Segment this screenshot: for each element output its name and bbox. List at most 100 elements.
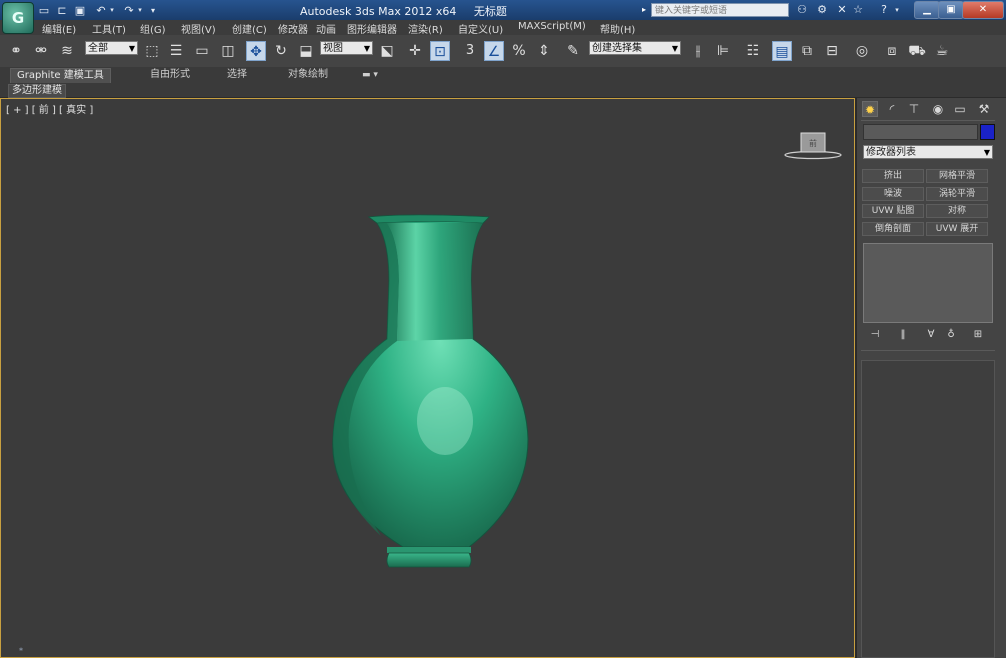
undo-icon[interactable]: ↶: [94, 3, 108, 17]
select-by-name-icon[interactable]: ☰: [166, 41, 186, 61]
save-file-icon[interactable]: ▣: [74, 3, 86, 17]
window-crossing-icon[interactable]: ◫: [218, 41, 238, 61]
menu-group[interactable]: 组(G): [140, 21, 166, 36]
viewcube[interactable]: 前: [783, 131, 843, 163]
restore-button[interactable]: ▣: [938, 1, 964, 19]
bind-to-space-warp-icon[interactable]: ≋: [57, 41, 77, 61]
menu-maxscript[interactable]: MAXScript(M): [518, 21, 586, 32]
align-icon[interactable]: ⊫: [713, 41, 733, 61]
use-pivot-center-icon[interactable]: ⬕: [377, 41, 397, 61]
chevron-down-icon: ▼: [671, 44, 678, 53]
modifier-button-extrude[interactable]: 挤出: [862, 169, 924, 183]
viewcube-ring[interactable]: [784, 150, 842, 160]
redo-icon[interactable]: ↷: [122, 3, 136, 17]
viewport-label[interactable]: [ + ] [ 前 ] [ 真实 ]: [6, 101, 93, 116]
angle-snap-icon[interactable]: ∠: [484, 41, 504, 61]
menu-rendering[interactable]: 渲染(R): [408, 21, 443, 36]
modify-tab-icon[interactable]: ◜: [884, 101, 900, 117]
menu-edit[interactable]: 编辑(E): [42, 21, 76, 36]
close-button[interactable]: ✕: [962, 1, 1004, 19]
favorites-icon[interactable]: ☆: [850, 3, 866, 17]
select-object-icon[interactable]: ⬚: [142, 41, 162, 61]
tab-object-paint[interactable]: 对象绘制: [288, 68, 328, 82]
selection-filter-dropdown[interactable]: 全部 ▼: [85, 41, 138, 55]
pin-stack-icon[interactable]: ⊣: [867, 328, 883, 342]
tab-graphite-modeling[interactable]: Graphite 建模工具: [10, 68, 111, 84]
mirror-icon[interactable]: ⫲: [688, 41, 708, 61]
undo-dropdown-icon[interactable]: ▾: [108, 3, 116, 17]
select-and-manipulate-icon[interactable]: ✛: [405, 41, 425, 61]
material-editor-icon[interactable]: ◎: [852, 41, 872, 61]
modifier-button-symmetry[interactable]: 对称: [926, 204, 988, 218]
object-color-swatch[interactable]: [980, 124, 995, 140]
snaps-toggle-icon[interactable]: 3: [460, 41, 480, 61]
rectangular-selection-icon[interactable]: ▭: [192, 41, 212, 61]
select-and-link-icon[interactable]: ⚭: [6, 41, 26, 61]
rendered-frame-window-icon[interactable]: ⛟: [907, 41, 927, 61]
display-tab-icon[interactable]: ▭: [952, 101, 968, 117]
menu-help[interactable]: 帮助(H): [600, 21, 635, 36]
menu-animation[interactable]: 动画: [316, 21, 336, 36]
customize-quick-access-icon[interactable]: ▾: [148, 3, 158, 17]
modifier-button-meshsmooth[interactable]: 网格平滑: [926, 169, 988, 183]
communication-center-icon[interactable]: ⚙: [814, 3, 830, 17]
help-dropdown-icon[interactable]: ▾: [892, 3, 902, 17]
new-file-icon[interactable]: ▭: [38, 3, 50, 17]
select-and-rotate-icon[interactable]: ↻: [271, 41, 291, 61]
redo-dropdown-icon[interactable]: ▾: [136, 3, 144, 17]
signin-icon[interactable]: ✕: [834, 3, 850, 17]
object-name-field[interactable]: [863, 124, 978, 140]
tab-freeform[interactable]: 自由形式: [150, 68, 190, 82]
graphite-toggle-icon[interactable]: ▤: [772, 41, 792, 61]
tab-selection[interactable]: 选择: [227, 68, 247, 82]
ribbon-options-icon[interactable]: ▬ ▾: [362, 68, 378, 82]
select-and-scale-icon[interactable]: ⬓: [296, 41, 316, 61]
named-selection-sets-dropdown[interactable]: 创建选择集 ▼: [589, 41, 681, 55]
make-unique-icon[interactable]: ∀: [923, 328, 939, 342]
percent-snap-icon[interactable]: %: [509, 41, 529, 61]
search-expand-icon[interactable]: ▸: [642, 5, 646, 14]
render-production-icon[interactable]: ☕: [932, 41, 952, 61]
vase-base[interactable]: [386, 547, 472, 568]
create-tab-icon[interactable]: ✹: [862, 101, 878, 117]
render-setup-icon[interactable]: ⧈: [882, 41, 902, 61]
open-file-icon[interactable]: ⊏: [56, 3, 68, 17]
tab-polygon-modeling[interactable]: 多边形建模: [8, 84, 66, 98]
utilities-tab-icon[interactable]: ⚒: [976, 101, 992, 117]
edit-named-selection-icon[interactable]: ✎: [563, 41, 583, 61]
schematic-view-icon[interactable]: ⊟: [822, 41, 842, 61]
search-input[interactable]: 键入关键字或短语: [651, 3, 789, 17]
modifier-button-bevel-profile[interactable]: 倒角剖面: [862, 222, 924, 236]
menu-modifiers[interactable]: 修改器: [278, 21, 308, 36]
modifier-button-noise[interactable]: 噪波: [862, 187, 924, 201]
configure-modifier-sets-icon[interactable]: ⊞: [970, 328, 986, 342]
remove-modifier-icon[interactable]: ♁: [943, 328, 959, 342]
spinner-snap-icon[interactable]: ⇕: [534, 41, 554, 61]
select-and-move-icon[interactable]: ✥: [246, 41, 266, 61]
modifier-button-uvw-map[interactable]: UVW 贴图: [862, 204, 924, 218]
menu-views[interactable]: 视图(V): [181, 21, 216, 36]
hierarchy-tab-icon[interactable]: ⊤: [906, 101, 922, 117]
menu-graph-editors[interactable]: 图形编辑器: [347, 21, 397, 36]
vase-object[interactable]: [321, 211, 541, 577]
show-end-result-icon[interactable]: ‖: [895, 328, 911, 342]
unlink-selection-icon[interactable]: ⚮: [31, 41, 51, 61]
app-menu-button[interactable]: G: [2, 2, 34, 34]
layer-manager-icon[interactable]: ☷: [743, 41, 763, 61]
binoculars-icon[interactable]: ⚇: [794, 3, 810, 17]
curve-editor-icon[interactable]: ⧉: [797, 41, 817, 61]
modifier-list-dropdown[interactable]: 修改器列表 ▼: [863, 145, 993, 159]
front-viewport[interactable]: [ + ] [ 前 ] [ 真实 ] 前 ⁎: [0, 98, 855, 658]
menu-create[interactable]: 创建(C): [232, 21, 267, 36]
keyboard-shortcut-override-icon[interactable]: ⊡: [430, 41, 450, 61]
modifier-button-turbosmooth[interactable]: 涡轮平滑: [926, 187, 988, 201]
help-icon[interactable]: ?: [876, 3, 892, 17]
menu-customize[interactable]: 自定义(U): [458, 21, 503, 36]
modifier-stack-list[interactable]: [863, 243, 993, 323]
vase-body[interactable]: [332, 214, 529, 548]
reference-coordinate-dropdown[interactable]: 视图 ▼: [320, 41, 373, 55]
motion-tab-icon[interactable]: ◉: [930, 101, 946, 117]
modifier-button-unwrap-uvw[interactable]: UVW 展开: [926, 222, 988, 236]
minimize-button[interactable]: ▁: [914, 1, 940, 19]
menu-tools[interactable]: 工具(T): [92, 21, 126, 36]
